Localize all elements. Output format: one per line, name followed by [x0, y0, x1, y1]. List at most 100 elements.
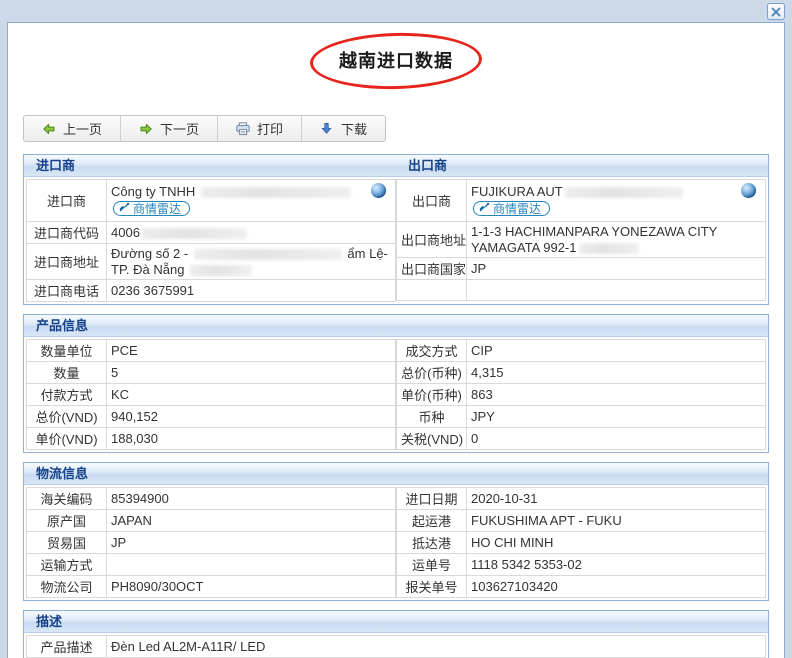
- fields-table: 进口日期2020-10-31起运港FUKUSHIMA APT - FUKU抵达港…: [396, 487, 766, 598]
- section-header-logistics: 物流信息: [24, 463, 768, 485]
- field-row: 运输方式: [27, 554, 396, 576]
- field-label: 海关编码: [27, 488, 107, 510]
- field-value: Đèn Led AL2M-A11R/ LED: [107, 636, 766, 658]
- field-row: 总价(VND)940,152: [27, 406, 396, 428]
- field-value-text: Công ty TNHH: [111, 184, 391, 200]
- field-value: [107, 554, 396, 576]
- field-value-text: 940,152: [111, 409, 391, 425]
- red-circle-annotation: 越南进口数据: [309, 31, 482, 91]
- field-row: 进口商代码4006: [27, 222, 396, 244]
- section-parties: 进口商 出口商进口商Công ty TNHH 商情雷达进口商代码4006进口商地址…: [23, 154, 769, 305]
- section-title: 物流信息: [24, 463, 768, 484]
- field-row: 抵达港HO CHI MINH: [397, 532, 766, 554]
- field-row: 原产国JAPAN: [27, 510, 396, 532]
- field-value: Công ty TNHH 商情雷达: [107, 180, 396, 222]
- field-value: KC: [107, 384, 396, 406]
- field-value: Đường số 2 - ẩm Lệ- TP. Đà Nẵng: [107, 244, 396, 280]
- toolbar-button-label: 下载: [341, 119, 367, 138]
- globe-icon[interactable]: [371, 183, 386, 198]
- field-label: 进口商地址: [27, 244, 107, 280]
- field-value-text: 5: [111, 365, 391, 381]
- redacted-text: [190, 265, 252, 276]
- field-row: 总价(币种)4,315: [397, 362, 766, 384]
- field-row: 运单号1118 5342 5353-02: [397, 554, 766, 576]
- field-label: 运单号: [397, 554, 467, 576]
- field-label: 进口商: [27, 180, 107, 222]
- field-row: 贸易国JP: [27, 532, 396, 554]
- toolbar-button-label: 打印: [257, 119, 283, 138]
- data-sections: 进口商 出口商进口商Công ty TNHH 商情雷达进口商代码4006进口商地址…: [8, 154, 784, 658]
- field-value: JAPAN: [107, 510, 396, 532]
- field-row: 产品描述Đèn Led AL2M-A11R/ LED: [27, 636, 766, 658]
- field-value-text: 0236 3675991: [111, 283, 391, 299]
- toolbar-print-button[interactable]: 打印: [218, 116, 302, 141]
- field-value-text: 1-1-3 HACHIMANPARA YONEZAWA CITY YAMAGAT…: [471, 224, 761, 256]
- toolbar: 上一页下一页 打印 下载: [23, 115, 386, 142]
- toolbar-next-button[interactable]: 下一页: [121, 116, 218, 141]
- field-label: 数量单位: [27, 340, 107, 362]
- field-label: 总价(VND): [27, 406, 107, 428]
- field-value: 4,315: [467, 362, 766, 384]
- field-row: 单价(币种)863: [397, 384, 766, 406]
- field-value-text: 4006: [111, 225, 391, 241]
- toolbar-download-button[interactable]: 下载: [302, 116, 385, 141]
- field-value: 5: [107, 362, 396, 384]
- business-radar-badge[interactable]: 商情雷达: [473, 201, 550, 216]
- fields-table: 产品描述Đèn Led AL2M-A11R/ LED: [26, 635, 766, 658]
- field-value: 940,152: [107, 406, 396, 428]
- printer-icon: [236, 122, 250, 136]
- fields-table: 海关编码85394900原产国JAPAN贸易国JP运输方式物流公司PH8090/…: [26, 487, 396, 598]
- field-value-text: KC: [111, 387, 391, 403]
- field-value-text: 103627103420: [471, 579, 761, 595]
- field-label: 报关单号: [397, 576, 467, 598]
- field-value-text: Đèn Led AL2M-A11R/ LED: [111, 639, 761, 655]
- section-title: 出口商: [396, 155, 768, 176]
- toolbar-prev-button[interactable]: 上一页: [24, 116, 121, 141]
- section-header-description: 描述: [24, 611, 768, 633]
- fields-table: 出口商FUJIKURA AUT商情雷达出口商地址1-1-3 HACHIMANPA…: [396, 179, 766, 301]
- field-value-text: PCE: [111, 343, 391, 359]
- field-row: 出口商FUJIKURA AUT商情雷达: [397, 180, 766, 222]
- field-label: 单价(币种): [397, 384, 467, 406]
- field-value: 4006: [107, 222, 396, 244]
- field-value: JP: [467, 258, 766, 280]
- field-label: 抵达港: [397, 532, 467, 554]
- section-product: 产品信息数量单位PCE数量5付款方式KC总价(VND)940,152单价(VND…: [23, 314, 769, 453]
- field-row: 数量5: [27, 362, 396, 384]
- field-label: 进口日期: [397, 488, 467, 510]
- field-label: 贸易国: [27, 532, 107, 554]
- fields-table: 进口商Công ty TNHH 商情雷达进口商代码4006进口商地址Đường …: [26, 179, 396, 302]
- business-radar-badge[interactable]: 商情雷达: [113, 201, 190, 216]
- field-label: 原产国: [27, 510, 107, 532]
- arrow-right-green-icon: [139, 122, 153, 136]
- field-label: 起运港: [397, 510, 467, 532]
- field-row: 进口商Công ty TNHH 商情雷达: [27, 180, 396, 222]
- field-value-text: FUKUSHIMA APT - FUKU: [471, 513, 761, 529]
- redacted-text: [201, 187, 351, 198]
- close-button[interactable]: [767, 3, 785, 20]
- field-row: 起运港FUKUSHIMA APT - FUKU: [397, 510, 766, 532]
- field-value: CIP: [467, 340, 766, 362]
- field-row: 报关单号103627103420: [397, 576, 766, 598]
- field-label: 运输方式: [27, 554, 107, 576]
- section-title: 描述: [24, 611, 768, 632]
- redacted-text: [579, 243, 639, 254]
- field-value-text: 2020-10-31: [471, 491, 761, 507]
- field-row: [397, 280, 766, 301]
- field-value: 863: [467, 384, 766, 406]
- field-value-text: PH8090/30OCT: [111, 579, 391, 595]
- field-row: 数量单位PCE: [27, 340, 396, 362]
- field-label: [397, 280, 467, 301]
- globe-icon[interactable]: [741, 183, 756, 198]
- field-value: 0236 3675991: [107, 280, 396, 302]
- field-value: 1-1-3 HACHIMANPARA YONEZAWA CITY YAMAGAT…: [467, 222, 766, 258]
- field-value: JPY: [467, 406, 766, 428]
- field-label: 总价(币种): [397, 362, 467, 384]
- window-titlebar: [0, 0, 792, 22]
- field-value: PCE: [107, 340, 396, 362]
- section-title: 产品信息: [24, 315, 768, 336]
- field-value: 103627103420: [467, 576, 766, 598]
- field-label: 付款方式: [27, 384, 107, 406]
- field-label: 币种: [397, 406, 467, 428]
- fields-table: 数量单位PCE数量5付款方式KC总价(VND)940,152单价(VND)188…: [26, 339, 396, 450]
